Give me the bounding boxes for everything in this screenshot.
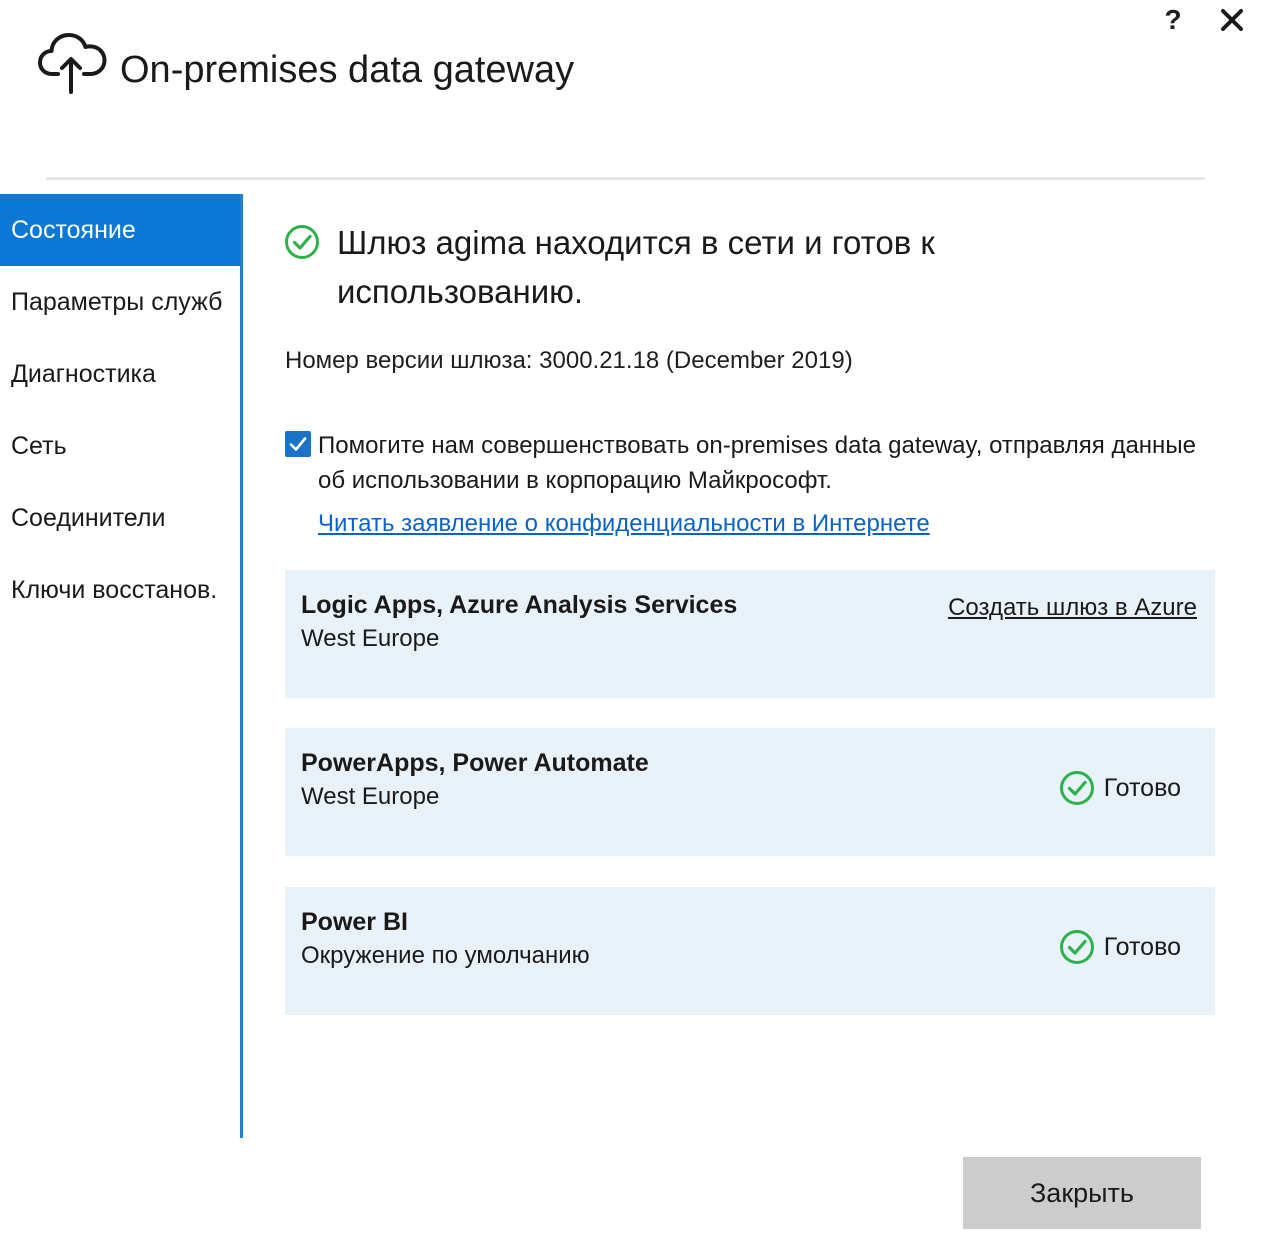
ready-check-icon [1059,930,1094,964]
ready-check-icon [1059,771,1094,805]
sidebar-item-service-settings[interactable]: Параметры служб [0,266,240,338]
sidebar-item-connectors[interactable]: Соединители [0,482,240,554]
service-card-powerapps: PowerApps, Power Automate West Europe Го… [285,728,1215,856]
sidebar-item-diagnostics[interactable]: Диагностика [0,338,240,410]
service-region: West Europe [301,783,440,810]
service-region: Окружение по умолчанию [301,942,590,969]
service-title: PowerApps, Power Automate [301,749,649,777]
service-title: Power BI [301,908,408,936]
privacy-statement-link[interactable]: Читать заявление о конфиденциальности в … [318,507,930,541]
service-region: West Europe [301,625,440,652]
sidebar-item-recovery-keys[interactable]: Ключи восстанов. [0,554,240,626]
sidebar-divider [240,194,243,1138]
service-title: Logic Apps, Azure Analysis Services [301,591,738,619]
service-status: Готово [1059,770,1181,806]
service-card-logic-apps: Logic Apps, Azure Analysis Services West… [285,570,1215,698]
usage-data-consent-text: Помогите нам совершенствовать on-premise… [318,432,1196,494]
sidebar-nav: Состояние Параметры служб Диагностика Се… [0,194,241,1138]
gateway-version: Номер версии шлюза: 3000.21.18 (December… [285,347,853,374]
service-status: Готово [1059,929,1181,965]
sidebar-item-network[interactable]: Сеть [0,410,240,482]
cloud-upload-icon [38,33,107,94]
sidebar-item-status[interactable]: Состояние [0,194,240,266]
checkmark-icon [289,437,307,451]
app-title: On-premises data gateway [120,49,575,91]
close-button[interactable]: Закрыть [963,1157,1201,1229]
service-card-power-bi: Power BI Окружение по умолчанию Готово [285,887,1215,1015]
service-status-label: Готово [1103,932,1181,961]
service-status-label: Готово [1103,773,1181,802]
status-check-icon [285,225,319,259]
close-window-icon[interactable] [1216,4,1248,36]
status-heading: Шлюз agima находится в сети и готов к ис… [337,224,935,310]
usage-data-checkbox[interactable] [285,431,311,457]
create-gateway-in-azure-link[interactable]: Создать шлюз в Azure [948,592,1197,624]
help-button[interactable]: ? [1158,2,1188,38]
header-divider [46,177,1205,180]
